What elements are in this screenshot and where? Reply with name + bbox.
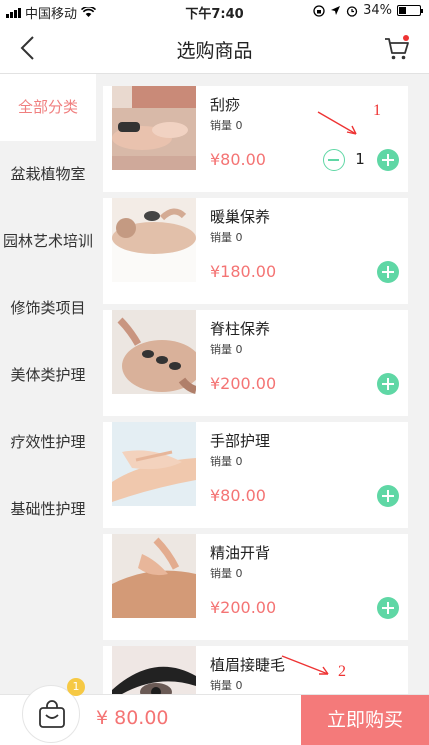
cart-icon[interactable] <box>383 34 411 62</box>
product-card[interactable]: 刮痧 销量 0 ¥80.00 1 <box>103 86 408 192</box>
add-to-cart-button[interactable] <box>377 485 399 507</box>
product-sales: 销量 0 <box>210 231 243 244</box>
status-right: 34% <box>313 3 423 18</box>
navigation-bar: 选购商品 <box>0 22 429 74</box>
sidebar-item-decoration[interactable]: 修饰类项目 <box>0 288 96 328</box>
sidebar-item-therapy-care[interactable]: 疗效性护理 <box>0 422 96 462</box>
sidebar-item-all[interactable]: 全部分类 <box>0 74 96 141</box>
product-name: 精油开背 <box>210 544 271 562</box>
battery-percent: 34% <box>363 3 392 18</box>
page-title: 选购商品 <box>176 40 253 62</box>
location-arrow-icon <box>331 6 341 15</box>
product-card[interactable]: 精油开背 销量 0 ¥200.00 <box>103 534 408 640</box>
product-image <box>112 534 196 618</box>
product-image <box>112 86 196 170</box>
product-card[interactable]: 手部护理 销量 0 ¥80.00 <box>103 422 408 528</box>
sidebar-item-basic-care[interactable]: 基础性护理 <box>0 489 96 529</box>
annotation-label-2: 2 <box>338 663 346 680</box>
add-to-cart-button[interactable] <box>377 597 399 619</box>
product-price: ¥80.00 <box>210 150 266 169</box>
product-sales: 销量 0 <box>210 343 243 356</box>
sidebar-item-garden-training[interactable]: 园林艺术培训 <box>0 221 96 261</box>
product-image <box>112 198 196 282</box>
checkout-bar: 1 ¥ 80.00 立即购买 <box>0 678 429 745</box>
sidebar-item-body-care[interactable]: 美体类护理 <box>0 355 96 395</box>
rotation-lock-icon <box>313 4 325 17</box>
product-sales: 销量 0 <box>210 119 243 132</box>
product-price: ¥180.00 <box>210 262 277 281</box>
total-price: ¥ 80.00 <box>96 707 169 729</box>
shopping-bag-icon <box>39 700 65 728</box>
battery-icon <box>397 5 423 16</box>
alarm-icon <box>346 5 358 17</box>
product-card[interactable]: 暖巢保养 销量 0 ¥180.00 <box>103 198 408 304</box>
product-name: 暖巢保养 <box>210 208 271 226</box>
product-name: 刮痧 <box>210 96 241 114</box>
category-sidebar: 全部分类 盆栽植物室 园林艺术培训 修饰类项目 美体类护理 疗效性护理 基础性护… <box>0 74 96 694</box>
annotation-arrow-1 <box>317 111 357 135</box>
quantity-value: 1 <box>355 150 365 168</box>
annotation-label-1: 1 <box>373 102 381 119</box>
add-to-cart-button[interactable] <box>377 261 399 283</box>
decrease-quantity-button[interactable] <box>323 149 345 171</box>
product-name: 植眉接睫毛 <box>210 656 286 674</box>
sidebar-item-potted-plants[interactable]: 盆栽植物室 <box>0 154 96 194</box>
product-price: ¥80.00 <box>210 486 266 505</box>
product-name: 手部护理 <box>210 432 271 450</box>
product-price: ¥200.00 <box>210 598 277 617</box>
product-image <box>112 422 196 506</box>
add-to-cart-button[interactable] <box>377 149 399 171</box>
buy-now-button[interactable]: 立即购买 <box>301 695 429 745</box>
product-name: 脊柱保养 <box>210 320 271 338</box>
product-sales: 销量 0 <box>210 567 243 580</box>
product-card[interactable]: 脊柱保养 销量 0 ¥200.00 <box>103 310 408 416</box>
annotation-arrow-2 <box>281 655 329 675</box>
product-price: ¥200.00 <box>210 374 277 393</box>
product-sales: 销量 0 <box>210 679 243 692</box>
cart-count-badge: 1 <box>67 678 85 696</box>
status-bar: 中国移动 下午7:40 34% <box>0 0 429 22</box>
add-to-cart-button[interactable] <box>377 373 399 395</box>
product-image <box>112 310 196 394</box>
product-sales: 销量 0 <box>210 455 243 468</box>
